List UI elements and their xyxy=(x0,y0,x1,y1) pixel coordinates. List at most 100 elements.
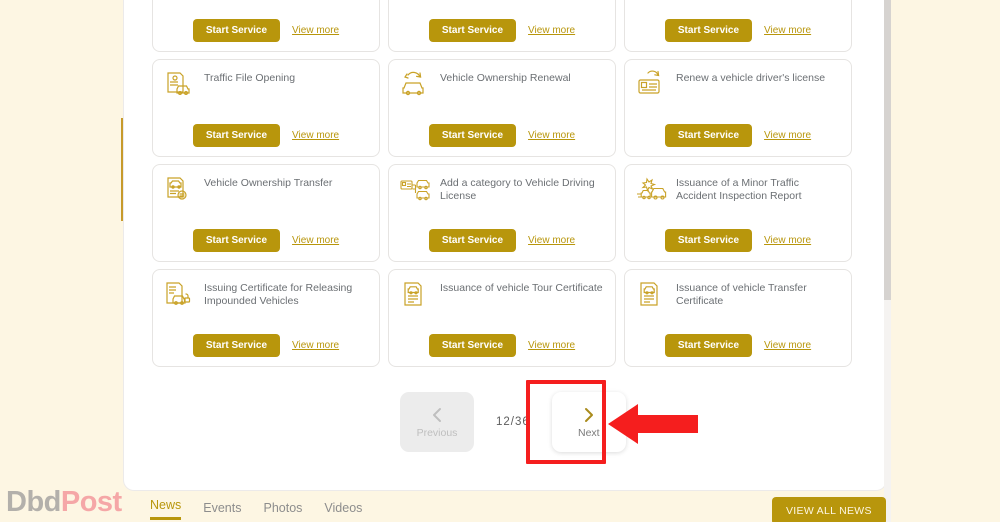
card-actions: Start Service View more xyxy=(625,334,851,357)
tab-videos[interactable]: Videos xyxy=(324,501,362,520)
start-service-button[interactable]: Start Service xyxy=(428,124,517,147)
document-transfer-icon xyxy=(163,175,197,205)
services-grid: Start Service View more Start Service Vi… xyxy=(152,0,852,374)
service-title: Add a category to Vehicle Driving Licens… xyxy=(440,177,595,202)
view-more-link[interactable]: View more xyxy=(292,25,339,36)
view-more-link[interactable]: View more xyxy=(528,25,575,36)
card-actions: Start Service View more xyxy=(153,19,379,42)
chevron-left-icon xyxy=(433,407,441,422)
watermark-part-one: Dbd xyxy=(6,486,61,518)
card-header: Vehicle Ownership Transfer xyxy=(163,175,367,205)
document-impound-icon xyxy=(163,280,197,310)
car-collision-icon xyxy=(635,175,669,205)
start-service-button[interactable]: Start Service xyxy=(428,229,517,252)
view-more-link[interactable]: View more xyxy=(292,340,339,351)
service-card[interactable]: Start Service View more xyxy=(624,0,852,52)
certificate-car-icon xyxy=(635,280,669,310)
start-service-button[interactable]: Start Service xyxy=(664,229,753,252)
card-actions: Start Service View more xyxy=(153,229,379,252)
watermark-part-two: Post xyxy=(60,486,122,518)
card-actions: Start Service View more xyxy=(389,19,615,42)
card-actions: Start Service View more xyxy=(625,124,851,147)
view-more-link[interactable]: View more xyxy=(528,130,575,141)
card-header: Issuance of vehicle Tour Certificate xyxy=(399,280,603,310)
start-service-button[interactable]: Start Service xyxy=(664,334,753,357)
view-more-link[interactable]: View more xyxy=(764,340,811,351)
service-card[interactable]: Vehicle Ownership Renewal Start Service … xyxy=(388,59,616,157)
tab-events[interactable]: Events xyxy=(203,501,241,520)
card-header: Issuance of vehicle Transfer Certificate xyxy=(635,280,839,310)
service-card[interactable]: Start Service View more xyxy=(388,0,616,52)
license-add-category-icon xyxy=(399,175,433,205)
service-card[interactable]: Issuing Certificate for Releasing Impoun… xyxy=(152,269,380,367)
card-actions: Start Service View more xyxy=(389,229,615,252)
view-more-link[interactable]: View more xyxy=(528,340,575,351)
service-card[interactable]: Add a category to Vehicle Driving Licens… xyxy=(388,164,616,262)
card-actions: Start Service View more xyxy=(625,19,851,42)
page-counter: 12/36 xyxy=(496,416,530,428)
service-card[interactable]: Issuance of vehicle Tour Certificate Sta… xyxy=(388,269,616,367)
services-row: Issuing Certificate for Releasing Impoun… xyxy=(152,269,852,367)
service-title: Issuance of a Minor Traffic Accident Ins… xyxy=(676,177,802,202)
services-row: Vehicle Ownership Transfer Start Service… xyxy=(152,164,852,262)
side-progress-marker xyxy=(121,118,123,221)
service-card[interactable]: Renew a vehicle driver's license Start S… xyxy=(624,59,852,157)
view-more-link[interactable]: View more xyxy=(292,130,339,141)
services-row: Traffic File Opening Start Service View … xyxy=(152,59,852,157)
services-row: Start Service View more Start Service Vi… xyxy=(152,0,852,52)
card-actions: Start Service View more xyxy=(153,334,379,357)
service-title: Renew a vehicle driver's license xyxy=(676,72,826,84)
service-card[interactable]: Vehicle Ownership Transfer Start Service… xyxy=(152,164,380,262)
view-more-link[interactable]: View more xyxy=(292,235,339,246)
start-service-button[interactable]: Start Service xyxy=(664,124,753,147)
service-title: Issuance of vehicle Transfer Certificate xyxy=(676,282,807,307)
watermark: DbdPost xyxy=(6,486,122,519)
card-header: Issuance of a Minor Traffic Accident Ins… xyxy=(635,175,839,205)
start-service-button[interactable]: Start Service xyxy=(428,19,517,42)
card-actions: Start Service View more xyxy=(389,124,615,147)
card-header: Add a category to Vehicle Driving Licens… xyxy=(399,175,603,205)
start-service-button[interactable]: Start Service xyxy=(192,229,281,252)
certificate-car-icon xyxy=(399,280,433,310)
pagination-controls: Previous 12/36 Next xyxy=(400,392,626,452)
previous-label: Previous xyxy=(416,426,458,439)
start-service-button[interactable]: Start Service xyxy=(664,19,753,42)
tab-news[interactable]: News xyxy=(150,498,182,520)
next-button[interactable]: Next xyxy=(551,392,626,452)
page-scrollbar-thumb[interactable] xyxy=(884,0,891,300)
chevron-right-icon xyxy=(584,407,593,422)
start-service-button[interactable]: Start Service xyxy=(192,334,281,357)
card-actions: Start Service View more xyxy=(153,124,379,147)
service-card[interactable]: Start Service View more xyxy=(152,0,380,52)
news-tabs: News Events Photos Videos xyxy=(150,498,362,520)
card-actions: Start Service View more xyxy=(389,334,615,357)
screenshot-root: Start Service View more Start Service Vi… xyxy=(0,0,1000,522)
service-title: Issuing Certificate for Releasing Impoun… xyxy=(204,282,353,307)
tab-photos[interactable]: Photos xyxy=(263,501,302,520)
service-title: Vehicle Ownership Transfer xyxy=(204,177,333,189)
view-more-link[interactable]: View more xyxy=(528,235,575,246)
service-title: Vehicle Ownership Renewal xyxy=(440,72,571,84)
document-car-icon xyxy=(163,70,197,100)
view-more-link[interactable]: View more xyxy=(764,130,811,141)
start-service-button[interactable]: Start Service xyxy=(192,19,281,42)
car-renew-icon xyxy=(399,70,433,100)
card-header: Vehicle Ownership Renewal xyxy=(399,70,603,100)
start-service-button[interactable]: Start Service xyxy=(428,334,517,357)
service-title: Issuance of vehicle Tour Certificate xyxy=(440,282,603,294)
view-more-link[interactable]: View more xyxy=(764,25,811,36)
previous-button[interactable]: Previous xyxy=(400,392,474,452)
start-service-button[interactable]: Start Service xyxy=(192,124,281,147)
view-more-link[interactable]: View more xyxy=(764,235,811,246)
card-header: Renew a vehicle driver's license xyxy=(635,70,839,100)
service-card[interactable]: Traffic File Opening Start Service View … xyxy=(152,59,380,157)
card-header: Traffic File Opening xyxy=(163,70,367,100)
service-card[interactable]: Issuance of a Minor Traffic Accident Ins… xyxy=(624,164,852,262)
license-renew-icon xyxy=(635,70,669,100)
next-label: Next xyxy=(577,426,600,439)
card-actions: Start Service View more xyxy=(625,229,851,252)
service-card[interactable]: Issuance of vehicle Transfer Certificate… xyxy=(624,269,852,367)
card-header: Issuing Certificate for Releasing Impoun… xyxy=(163,280,367,310)
view-all-news-button[interactable]: VIEW ALL NEWS xyxy=(772,497,886,522)
service-title: Traffic File Opening xyxy=(204,72,296,84)
